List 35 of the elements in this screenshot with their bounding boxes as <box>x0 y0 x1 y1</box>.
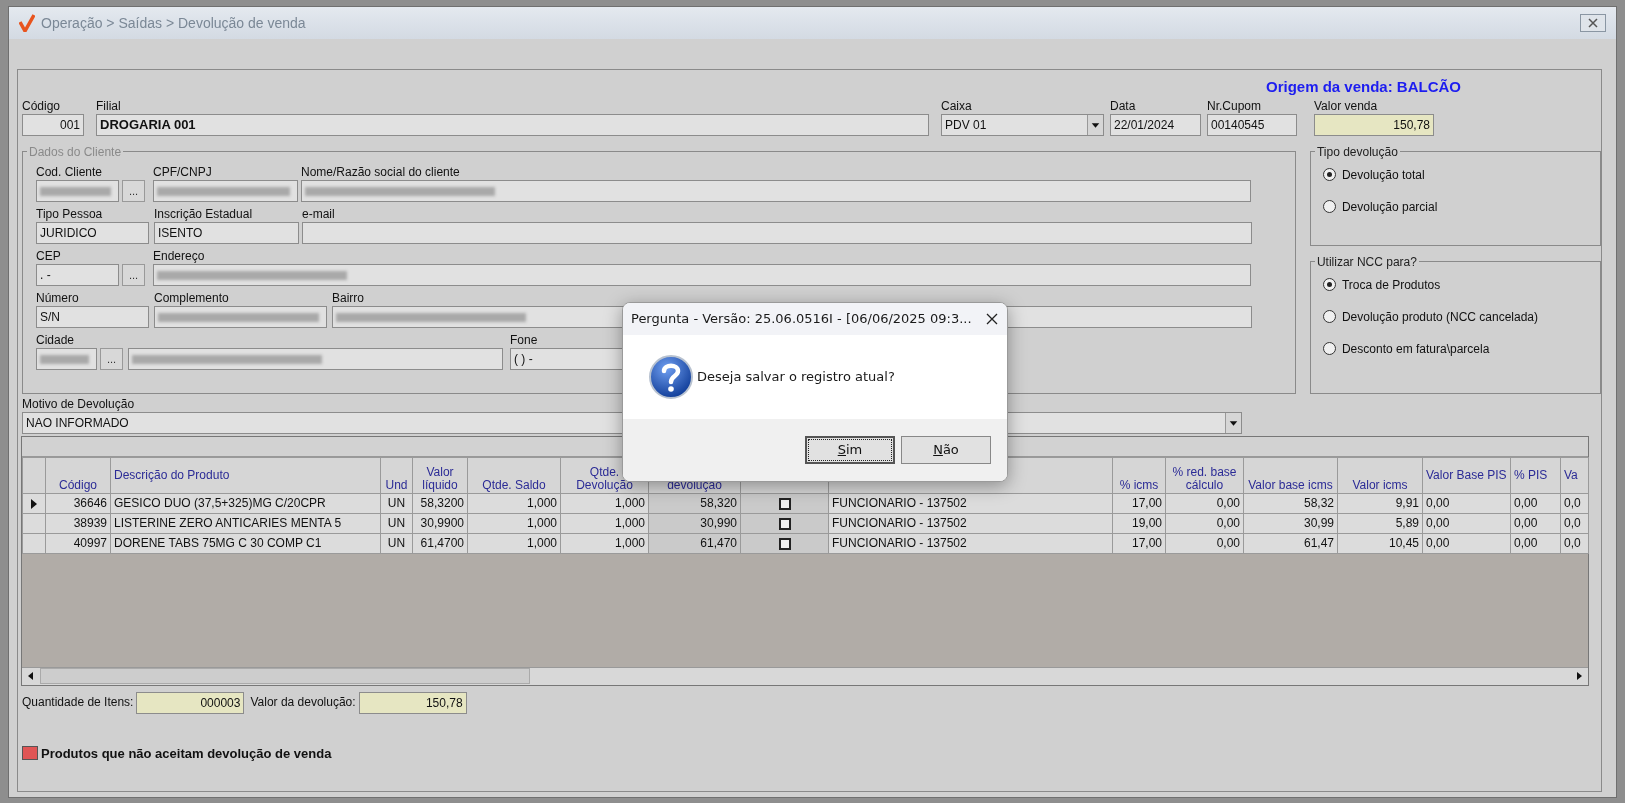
return-reason-value: NAO INFORMADO <box>25 414 130 432</box>
item-count-field: 000003 <box>136 691 245 714</box>
return-value-field: 150,78 <box>358 691 467 714</box>
legend-text: Produtos que não aceitam devolução de venda <box>41 744 332 763</box>
field-label: Valor venda <box>1314 98 1379 114</box>
field-label: Código <box>22 98 62 114</box>
field-label: Nr.Cupom <box>1207 98 1263 114</box>
group-title: Utilizar NCC para? <box>1315 255 1418 268</box>
field-label: Inscrição Estadual <box>154 206 254 222</box>
return-value-label: Valor da devolução: <box>250 695 356 710</box>
field-label: Data <box>1110 98 1137 114</box>
return-reason-label: Motivo de Devolução <box>22 396 136 412</box>
field-label: Número <box>36 290 80 306</box>
field-label: Bairro <box>332 290 365 306</box>
field-label: Nome/Razão social do cliente <box>301 164 461 180</box>
field-label: Caixa <box>941 98 973 114</box>
group-title: Dados do Cliente <box>28 145 123 158</box>
dropdown-value: PDV 01 <box>944 116 988 134</box>
field-label: Cod. Cliente <box>36 164 104 180</box>
dialog-title: Pergunta - Versão: 25.06.0516I - [06/06/2025 09:3... <box>631 310 972 329</box>
field-label: Tipo Pessoa <box>36 206 104 222</box>
field-label: Cidade <box>36 332 76 348</box>
field-label: CPF/CNPJ <box>153 164 213 180</box>
item-count-label: Quantidade de Itens: <box>22 695 134 710</box>
field-label: Complemento <box>154 290 230 306</box>
field-label: e-mail <box>302 206 336 222</box>
sale-origin-label: Origem da venda: BALCÃO <box>1265 77 1461 97</box>
field-label: Fone <box>510 332 539 348</box>
group-title: Tipo devolução <box>1315 145 1399 158</box>
dialog-message: Deseja salvar o registro atual? <box>697 368 895 387</box>
field-label: CEP <box>36 248 62 264</box>
field-label: Filial <box>96 98 122 114</box>
total-field: 150,78 <box>1314 113 1434 136</box>
field-label: Endereço <box>153 248 206 264</box>
window-title: Operação > Saídas > Devolução de venda <box>41 13 306 33</box>
